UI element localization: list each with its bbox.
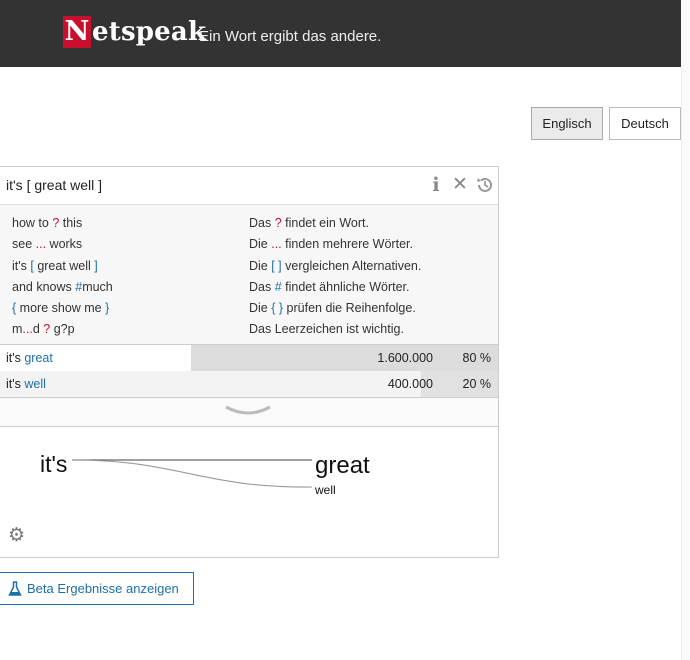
graph-alt-word: well bbox=[314, 483, 336, 497]
language-german-button[interactable]: Deutsch bbox=[609, 107, 681, 140]
expand-results-button[interactable] bbox=[0, 397, 498, 427]
graph-svg: it's great well bbox=[40, 451, 370, 497]
help-example[interactable]: it's [ great well ] bbox=[12, 256, 113, 277]
help-example[interactable]: { more show me } bbox=[12, 298, 113, 319]
flask-icon bbox=[8, 581, 22, 596]
search-panel: i ✕ how to ? this see ... works it's [ g… bbox=[0, 166, 499, 558]
help-descriptions: Das ? findet ein Wort. Die ... finden me… bbox=[249, 213, 421, 341]
result-percent: 20 % bbox=[462, 377, 492, 391]
phrase-graph: it's great well ⚙ bbox=[0, 426, 498, 557]
result-percent: 80 % bbox=[462, 351, 492, 365]
query-row: i ✕ bbox=[0, 167, 498, 205]
result-phrase: it's great bbox=[6, 351, 53, 365]
help-example[interactable]: how to ? this bbox=[12, 213, 113, 234]
help-description: Das # findet ähnliche Wörter. bbox=[249, 279, 410, 294]
netspeak-logo[interactable]: N etspeak bbox=[63, 16, 206, 48]
page-scrollbar[interactable] bbox=[681, 67, 690, 660]
info-icon[interactable]: i bbox=[426, 175, 446, 195]
query-input[interactable] bbox=[6, 175, 406, 195]
logo-initial: N bbox=[63, 16, 91, 48]
clear-icon[interactable]: ✕ bbox=[450, 175, 470, 195]
logo-wordmark: etspeak bbox=[92, 17, 207, 47]
frequency-bar bbox=[191, 345, 498, 371]
language-english-button[interactable]: Englisch bbox=[531, 107, 603, 140]
beta-button-label: Beta Ergebnisse anzeigen bbox=[27, 581, 179, 596]
graph-edge-alt bbox=[71, 459, 313, 488]
chevron-down-icon bbox=[225, 405, 271, 415]
graph-root-word: it's bbox=[40, 451, 67, 477]
beta-results-button[interactable]: Beta Ergebnisse anzeigen bbox=[0, 572, 194, 605]
help-box: how to ? this see ... works it's [ great… bbox=[0, 205, 498, 345]
help-description: Die { } prüfen die Reihenfolge. bbox=[249, 301, 416, 316]
result-phrase: it's well bbox=[6, 377, 46, 391]
help-example[interactable]: see ... works bbox=[12, 234, 113, 255]
graph-main-word: great bbox=[315, 452, 370, 479]
help-example[interactable]: and knows #much bbox=[12, 277, 113, 298]
help-description: Die [ ] vergleichen Alternativen. bbox=[249, 258, 422, 273]
top-header: N etspeak Ein Wort ergibt das andere. bbox=[0, 0, 690, 67]
help-description: Das Leerzeichen ist wichtig. bbox=[249, 322, 404, 337]
help-description: Die ... finden mehrere Wörter. bbox=[249, 237, 413, 252]
help-example[interactable]: m...d ? g?p bbox=[12, 319, 113, 340]
result-row[interactable]: it's great 1.600.000 80 % bbox=[0, 345, 498, 371]
result-frequency: 400.000 bbox=[387, 377, 433, 391]
gear-icon[interactable]: ⚙ bbox=[8, 526, 28, 546]
help-description: Das ? findet ein Wort. bbox=[249, 216, 369, 230]
history-icon[interactable] bbox=[475, 175, 495, 195]
result-frequency: 1.600.000 bbox=[377, 351, 433, 365]
header-scroll-strip bbox=[681, 0, 690, 67]
help-examples: how to ? this see ... works it's [ great… bbox=[12, 213, 113, 341]
slogan: Ein Wort ergibt das andere. bbox=[199, 28, 382, 45]
result-row[interactable]: it's well 400.000 20 % bbox=[0, 371, 498, 397]
